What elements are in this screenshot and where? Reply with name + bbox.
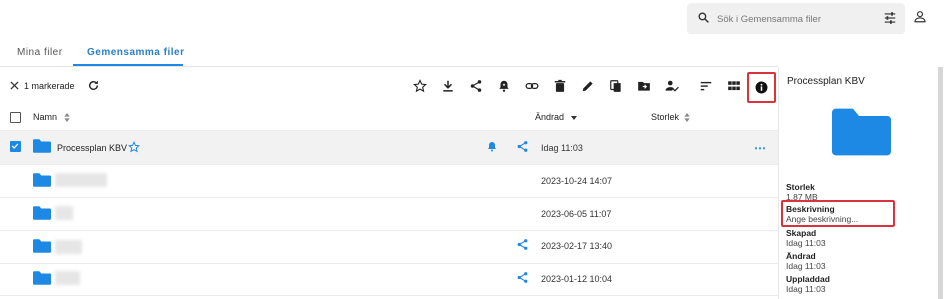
uploaded-value: Idag 11:03 (786, 284, 826, 294)
shared-icon[interactable] (516, 140, 529, 153)
folder-icon (33, 206, 51, 220)
notification-bell-icon[interactable] (497, 79, 511, 93)
star-icon[interactable] (413, 79, 427, 93)
sort-arrows-icon (64, 113, 70, 122)
delete-icon[interactable] (553, 79, 567, 93)
favorite-star-icon[interactable] (128, 141, 140, 153)
redacted-file-name (55, 240, 82, 254)
modified-label: Ändrad (786, 251, 816, 261)
redacted-file-name (55, 206, 73, 220)
folder-icon (33, 173, 51, 187)
folder-preview-icon (832, 108, 891, 156)
selection-count: 1 markerade (24, 81, 75, 91)
redacted-file-name (55, 271, 80, 285)
column-header-name[interactable]: Namn (33, 112, 57, 132)
panel-title: Processplan KBV (787, 76, 865, 87)
notification-bell-icon[interactable] (486, 140, 498, 153)
info-button[interactable] (747, 72, 776, 103)
created-label: Skapad (786, 228, 817, 238)
folder-icon (33, 239, 51, 253)
select-all-checkbox[interactable] (10, 112, 21, 123)
download-icon[interactable] (441, 79, 455, 93)
move-to-folder-icon[interactable] (637, 79, 651, 93)
row-divider (0, 230, 778, 231)
copy-icon[interactable] (609, 79, 623, 93)
column-header-modified[interactable]: Ändrad (535, 112, 564, 132)
tab-my-files[interactable]: Mina filer (17, 47, 63, 58)
more-actions-icon[interactable]: ⋯ (754, 141, 767, 155)
sort-arrows-icon (684, 113, 690, 122)
file-name[interactable]: Processplan KBV (57, 143, 127, 153)
panel-scrollbar[interactable] (938, 67, 943, 299)
file-modified: 2023-06-05 11:07 (541, 209, 612, 219)
size-label: Storlek (786, 182, 815, 192)
folder-icon (33, 271, 51, 285)
info-icon (755, 81, 768, 94)
description-input[interactable]: Ange beskrivning... (786, 214, 858, 224)
description-label: Beskrivning (786, 204, 835, 214)
shared-icon[interactable] (516, 238, 529, 251)
redacted-file-name (55, 173, 107, 187)
column-header-size[interactable]: Storlek (651, 112, 679, 132)
search-input[interactable] (717, 9, 867, 29)
refresh-icon[interactable] (87, 79, 100, 92)
search-bar[interactable] (687, 3, 905, 34)
edit-icon[interactable] (581, 79, 595, 93)
user-check-icon[interactable] (665, 79, 679, 93)
row-divider (0, 295, 778, 296)
row-divider (0, 164, 778, 165)
sort-desc-icon (571, 116, 577, 120)
tab-divider (0, 66, 778, 67)
clear-selection-icon[interactable] (10, 81, 19, 90)
row-divider (0, 263, 778, 264)
row-divider (0, 197, 778, 198)
file-modified: 2023-10-24 14:07 (541, 176, 613, 186)
search-icon (698, 12, 709, 23)
folder-icon (33, 139, 51, 153)
shared-icon[interactable] (516, 271, 529, 284)
link-icon[interactable] (525, 79, 539, 93)
row-checkbox[interactable] (10, 141, 21, 152)
user-account-icon[interactable] (913, 9, 927, 24)
sort-icon[interactable] (699, 79, 713, 93)
uploaded-label: Uppladdad (786, 274, 830, 284)
tab-shared-files[interactable]: Gemensamma filer (87, 47, 185, 58)
file-modified: 2023-02-17 13:40 (541, 241, 613, 251)
modified-value: Idag 11:03 (786, 261, 826, 271)
share-icon[interactable] (469, 79, 483, 93)
created-value: Idag 11:03 (786, 238, 826, 248)
panel-divider (778, 67, 779, 299)
grid-view-icon[interactable] (727, 79, 741, 93)
filter-settings-icon[interactable] (883, 11, 897, 25)
file-modified: Idag 11:03 (541, 143, 583, 153)
file-modified: 2023-01-12 10:04 (541, 274, 613, 284)
